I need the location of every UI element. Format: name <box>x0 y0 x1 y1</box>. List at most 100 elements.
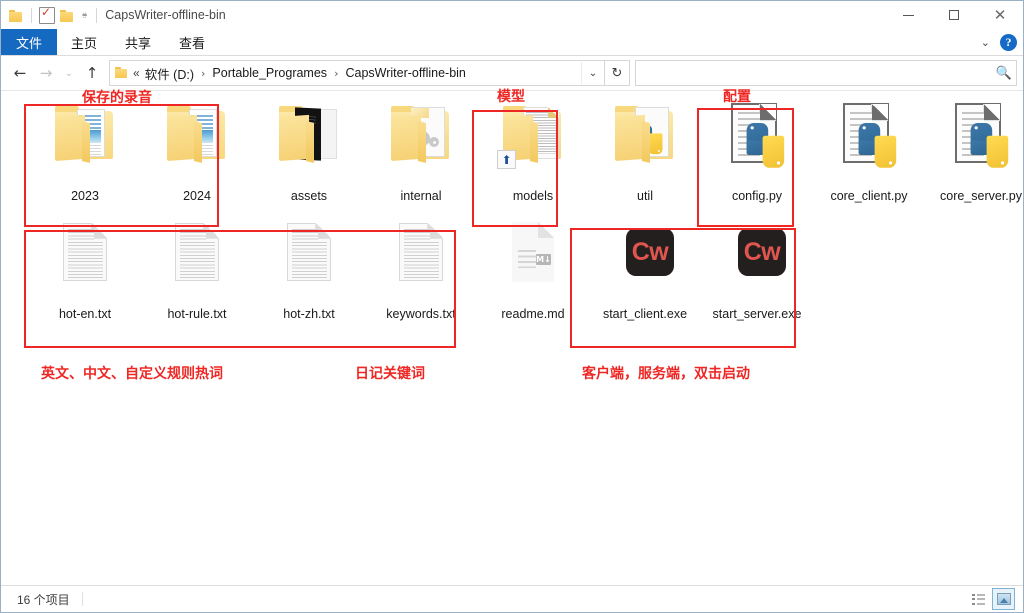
divider <box>81 592 83 606</box>
python-file-icon <box>719 101 795 187</box>
help-icon[interactable]: ? <box>1000 33 1017 51</box>
capswriter-app-icon: Cw <box>607 219 683 305</box>
quick-access-toolbar: ⩷ <box>1 5 99 24</box>
chevron-right-icon[interactable]: › <box>328 67 344 80</box>
file-item-2023[interactable]: 2023 <box>29 101 141 203</box>
python-file-icon <box>943 101 1019 187</box>
folder-photos-icon <box>47 101 123 187</box>
search-icon[interactable]: 🔍 <box>992 62 1016 84</box>
item-count-label: 16 个项目 <box>17 592 70 607</box>
file-name-label: models <box>512 189 554 203</box>
file-item-config-py[interactable]: config.py <box>701 101 813 203</box>
file-name-label: hot-zh.txt <box>283 307 335 321</box>
back-button[interactable]: ← <box>7 60 33 86</box>
search-input[interactable] <box>636 60 992 86</box>
file-item-util[interactable]: util <box>589 101 701 203</box>
tab-home[interactable]: 主页 <box>57 29 111 55</box>
file-list-area[interactable]: 2023 2024 assets internal ⬆ models util … <box>1 91 1023 585</box>
large-icons-view-icon <box>996 593 1011 605</box>
file-name-label: readme.md <box>501 307 565 321</box>
file-item-hot-rule-txt[interactable]: hot-rule.txt <box>141 219 253 321</box>
markdown-file-icon: M↓ <box>495 219 571 305</box>
new-folder-icon[interactable] <box>60 9 75 22</box>
breadcrumb-overflow-icon[interactable]: « <box>133 66 144 80</box>
python-file-icon <box>831 101 907 187</box>
status-bar: 16 个项目 <box>1 585 1023 612</box>
shortcut-arrow-icon: ⬆ <box>497 150 516 169</box>
file-item-hot-zh-txt[interactable]: hot-zh.txt <box>253 219 365 321</box>
tab-share[interactable]: 共享 <box>111 29 165 55</box>
breadcrumb: « 软件 (D:) › Portable_Programes › CapsWri… <box>110 64 581 83</box>
file-name-label: core_server.py <box>940 189 1022 203</box>
cw-glyph: Cw <box>743 237 781 266</box>
path-breadcrumb-box[interactable]: « 软件 (D:) › Portable_Programes › CapsWri… <box>109 60 605 86</box>
folder-icon <box>115 67 129 79</box>
file-item-models[interactable]: ⬆ models <box>477 101 589 203</box>
title-bar: ⩷ CapsWriter-offline-bin ✕ <box>1 1 1023 29</box>
file-item-2024[interactable]: 2024 <box>141 101 253 203</box>
properties-icon[interactable] <box>39 5 55 24</box>
file-name-label: util <box>637 189 653 203</box>
file-item-readme-md[interactable]: M↓ readme.md <box>477 219 589 321</box>
file-name-label: assets <box>290 189 328 203</box>
tab-file[interactable]: 文件 <box>1 29 58 55</box>
tab-view[interactable]: 查看 <box>165 29 219 55</box>
forward-button: → <box>39 64 53 82</box>
divider <box>31 7 32 23</box>
close-button[interactable]: ✕ <box>977 1 1023 29</box>
folder-photos-icon <box>159 101 235 187</box>
chevron-down-icon[interactable]: ⌄ <box>981 36 990 49</box>
text-file-icon <box>159 219 235 305</box>
capswriter-app-icon: Cw <box>719 219 795 305</box>
window-title: CapsWriter-offline-bin <box>105 8 226 22</box>
refresh-button[interactable]: ↻ <box>605 60 630 86</box>
file-item-start-server-exe[interactable]: Cw start_server.exe <box>701 219 813 321</box>
ribbon-right-controls: ⌄ ? <box>981 29 1017 55</box>
file-item-internal[interactable]: internal <box>365 101 477 203</box>
file-name-label: config.py <box>731 189 783 203</box>
file-name-label: hot-en.txt <box>58 307 112 321</box>
file-item-core-server-py[interactable]: core_server.py <box>925 101 1023 203</box>
file-name-label: internal <box>400 189 442 203</box>
breadcrumb-item-capswriter[interactable]: CapsWriter-offline-bin <box>344 66 466 80</box>
view-mode-buttons <box>967 586 1015 612</box>
window-controls: ✕ <box>885 1 1023 29</box>
text-file-icon <box>383 219 459 305</box>
icon-grid: 2023 2024 assets internal ⬆ models util … <box>1 91 1023 585</box>
divider <box>96 7 98 23</box>
file-name-label: start_server.exe <box>712 307 802 321</box>
text-file-icon <box>47 219 123 305</box>
file-item-core-client-py[interactable]: core_client.py <box>813 101 925 203</box>
file-item-assets[interactable]: assets <box>253 101 365 203</box>
search-box[interactable]: 🔍 <box>635 60 1017 86</box>
file-name-label: 2024 <box>183 189 211 203</box>
maximize-button[interactable] <box>931 1 977 29</box>
details-view-icon <box>972 593 985 605</box>
file-name-label: core_client.py <box>830 189 908 203</box>
file-item-keywords-txt[interactable]: keywords.txt <box>365 219 477 321</box>
minimize-button[interactable] <box>885 1 931 29</box>
path-dropdown-icon[interactable]: ⌄ <box>581 62 604 84</box>
explorer-window: ⩷ CapsWriter-offline-bin ✕ 文件 主页 共享 查看 ⌄… <box>0 0 1024 613</box>
folder-icon <box>9 9 24 22</box>
file-item-start-client-exe[interactable]: Cw start_client.exe <box>589 219 701 321</box>
file-name-label: keywords.txt <box>386 307 456 321</box>
recent-locations-icon[interactable]: ⌄ <box>59 60 79 86</box>
address-bar: ← → ⌄ ↑ « 软件 (D:) › Portable_Programes ›… <box>1 56 1023 91</box>
folder-gears-icon <box>383 101 459 187</box>
breadcrumb-item-portable-programes[interactable]: Portable_Programes <box>211 66 328 80</box>
chevron-right-icon[interactable]: › <box>195 67 211 80</box>
cw-glyph: Cw <box>631 237 669 266</box>
large-icons-view-button[interactable] <box>992 588 1015 610</box>
text-file-icon <box>271 219 347 305</box>
breadcrumb-item-drive[interactable]: 软件 (D:) <box>144 64 195 83</box>
folder-document-icon: ⬆ <box>495 101 571 187</box>
chevron-down-icon[interactable]: ⩷ <box>80 10 89 20</box>
folder-python-icon <box>607 101 683 187</box>
up-button[interactable]: ↑ <box>79 60 105 86</box>
folder-black-icon <box>271 101 347 187</box>
details-view-button[interactable] <box>967 588 990 610</box>
file-item-hot-en-txt[interactable]: hot-en.txt <box>29 219 141 321</box>
file-name-label: start_client.exe <box>602 307 688 321</box>
markdown-badge: M↓ <box>536 254 551 265</box>
